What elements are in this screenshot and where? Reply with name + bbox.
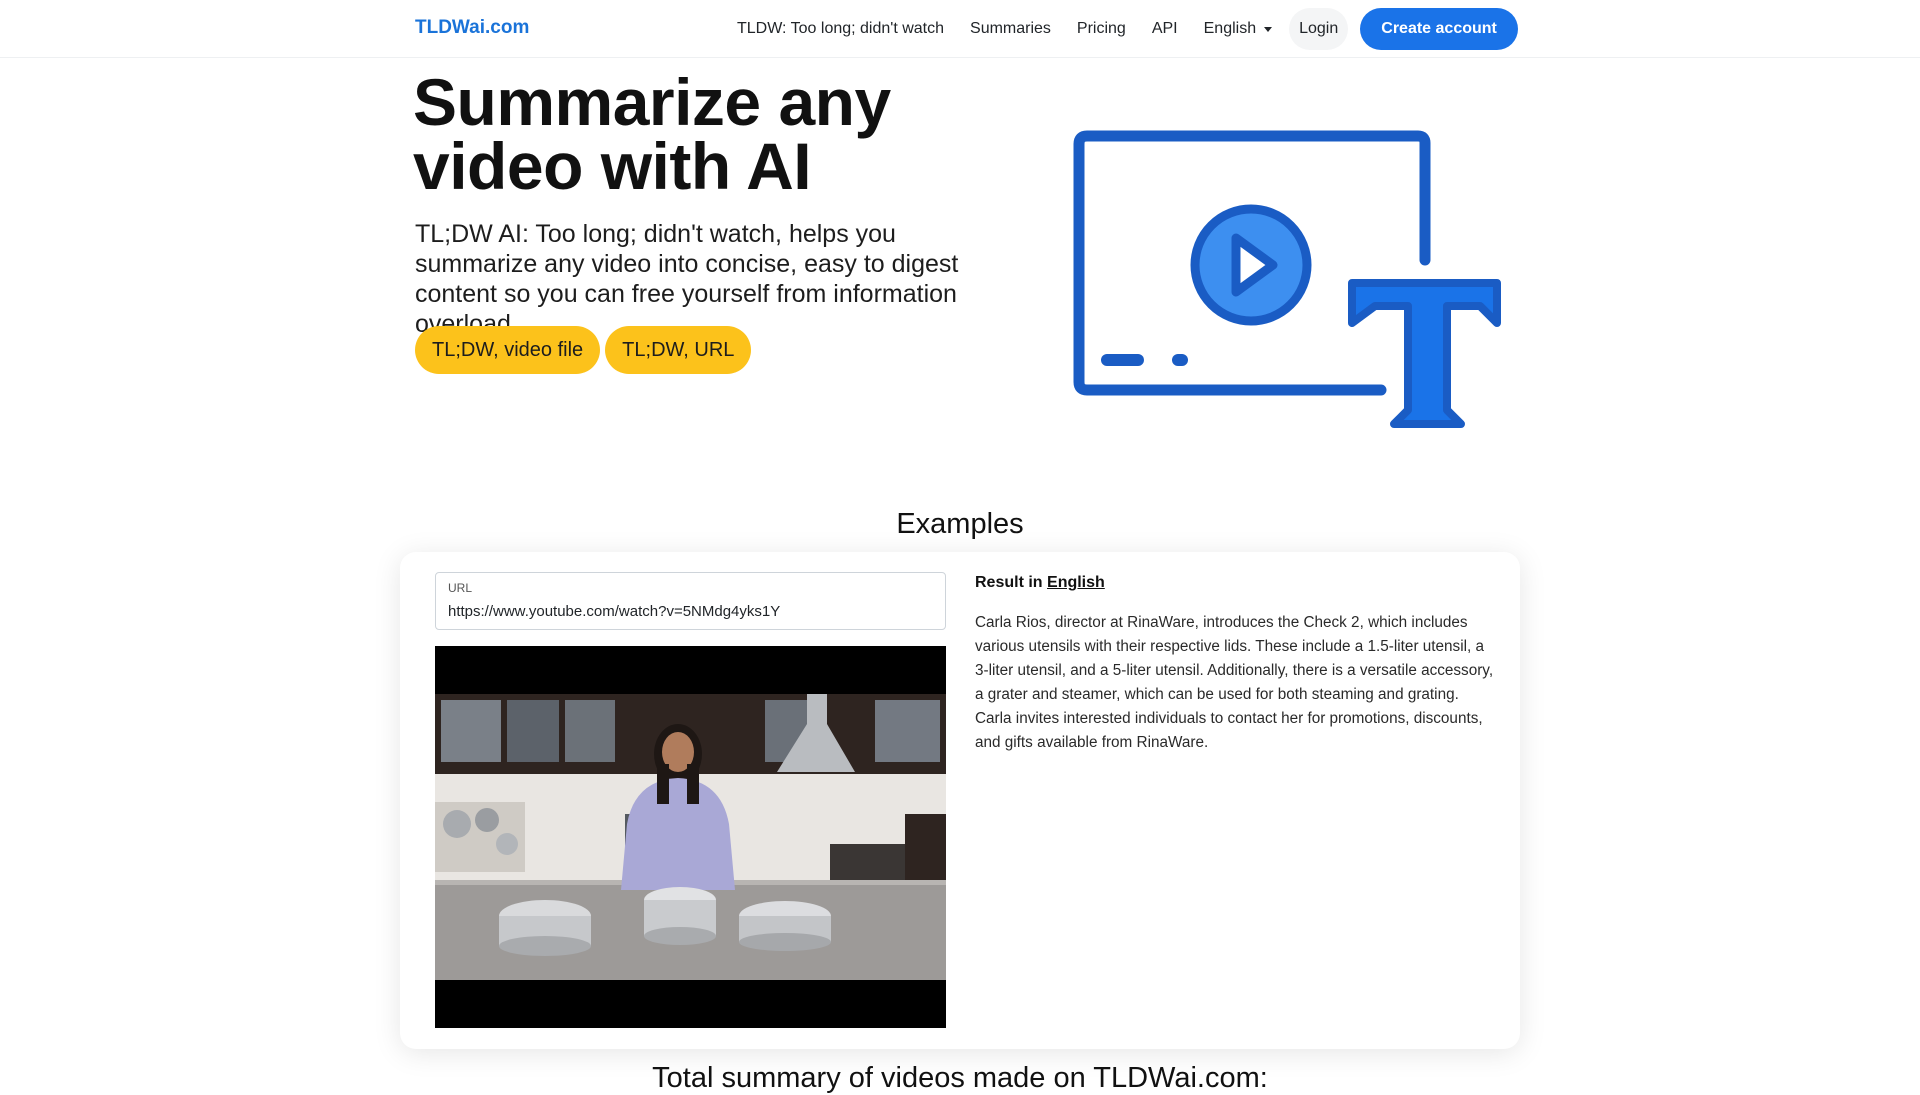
hero-title-line1: Summarize any bbox=[413, 65, 891, 139]
create-account-button[interactable]: Create account bbox=[1360, 8, 1518, 50]
result-language-link[interactable]: English bbox=[1047, 574, 1105, 591]
language-dropdown[interactable]: English bbox=[1191, 20, 1285, 38]
url-field-value[interactable]: https://www.youtube.com/watch?v=5NMdg4yk… bbox=[448, 603, 780, 620]
text-t-icon bbox=[1348, 279, 1501, 428]
total-summary-heading: Total summary of videos made on TLDWai.c… bbox=[652, 1062, 1268, 1094]
hero-subtitle: TL;DW AI: Too long; didn't watch, helps … bbox=[415, 220, 959, 338]
nav-link-api[interactable]: API bbox=[1139, 20, 1191, 38]
examples-heading: Examples bbox=[896, 508, 1024, 540]
brand-logo-link[interactable]: TLDWai.com bbox=[415, 17, 529, 39]
top-navbar: TLDWai.com TLDW: Too long; didn't watch … bbox=[0, 0, 1920, 58]
nav-links: TLDW: Too long; didn't watch Summaries P… bbox=[724, 0, 1518, 58]
login-button[interactable]: Login bbox=[1289, 8, 1349, 50]
tldw-video-file-button[interactable]: TL;DW, video file bbox=[415, 326, 601, 374]
nav-link-tldw[interactable]: TLDW: Too long; didn't watch bbox=[724, 20, 957, 38]
caret-down-icon bbox=[1264, 26, 1273, 32]
video-thumbnail-image bbox=[435, 694, 946, 980]
tldw-url-button[interactable]: TL;DW, URL bbox=[605, 326, 752, 374]
url-field-label: URL bbox=[448, 581, 473, 595]
video-to-text-illustration bbox=[1073, 130, 1501, 428]
url-field[interactable]: URL https://www.youtube.com/watch?v=5NMd… bbox=[435, 572, 946, 630]
nav-link-pricing[interactable]: Pricing bbox=[1064, 20, 1139, 38]
nav-link-summaries[interactable]: Summaries bbox=[957, 20, 1064, 38]
result-summary-text: Carla Rios, director at RinaWare, introd… bbox=[975, 614, 1494, 751]
language-dropdown-label: English bbox=[1203, 20, 1257, 37]
example-card: URL https://www.youtube.com/watch?v=5NMd… bbox=[400, 552, 1520, 1049]
video-player[interactable] bbox=[435, 646, 946, 1028]
hero-title-line2: video with AI bbox=[413, 129, 812, 203]
monitor-play-icon bbox=[1073, 130, 1431, 396]
result-prefix: Result in bbox=[975, 574, 1043, 591]
result-header: Result in English bbox=[975, 574, 1105, 592]
hero-buttons: TL;DW, video file TL;DW, URL bbox=[415, 326, 752, 374]
hero-title: Summarize any video with AI bbox=[413, 69, 973, 199]
